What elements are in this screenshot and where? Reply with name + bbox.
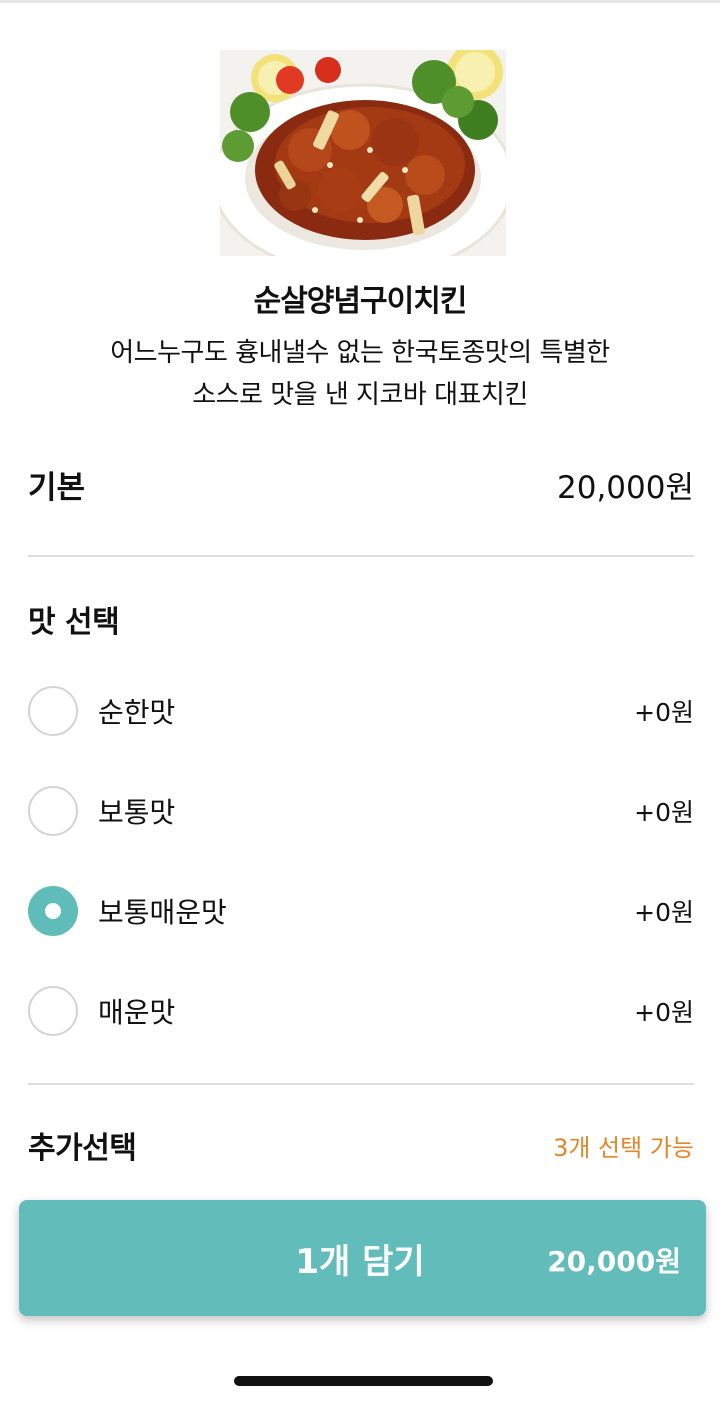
- section-divider: [28, 1083, 694, 1085]
- option-price: +0원: [634, 898, 694, 927]
- option-label: 매운맛: [98, 996, 176, 1029]
- product-title: 순살양념구이치킨: [253, 284, 468, 319]
- flavor-option-mild[interactable]: 순한맛 +0원: [28, 683, 694, 739]
- base-label: 기본: [28, 469, 86, 506]
- option-label: 보통맛: [98, 796, 176, 829]
- extra-selection-limit: 3개 선택 가능: [553, 1133, 694, 1162]
- flavor-option-regular[interactable]: 보통맛 +0원: [28, 783, 694, 839]
- option-label: 순한맛: [98, 696, 176, 729]
- option-price: +0원: [634, 998, 694, 1027]
- product-description: 어느누구도 흉내낼수 없는 한국토종맛의 특별한 소스로 맛을 낸 지코바 대표…: [60, 332, 660, 416]
- option-label: 보통매운맛: [98, 896, 227, 929]
- flavor-section-title: 맛 선택: [28, 605, 120, 640]
- description-line-2: 소스로 맛을 낸 지코바 대표치킨: [192, 380, 528, 410]
- radio-button[interactable]: [28, 786, 78, 836]
- description-line-1: 어느누구도 흉내낼수 없는 한국토종맛의 특별한: [110, 338, 610, 368]
- radio-button[interactable]: [28, 686, 78, 736]
- add-to-cart-button[interactable]: 1개 담기 20,000원: [19, 1200, 706, 1316]
- flavor-option-spicy[interactable]: 매운맛 +0원: [28, 983, 694, 1039]
- base-price: 20,000원: [557, 469, 694, 506]
- radio-button[interactable]: [28, 986, 78, 1036]
- top-divider: [0, 0, 720, 3]
- radio-button-selected[interactable]: [28, 886, 78, 936]
- extra-section-title: 추가선택: [28, 1131, 137, 1166]
- flavor-option-regular-spicy[interactable]: 보통매운맛 +0원: [28, 883, 694, 939]
- add-to-cart-price: 20,000원: [547, 1245, 681, 1278]
- product-image: [220, 50, 506, 256]
- base-price-row: 기본 20,000원: [28, 462, 694, 506]
- option-price: +0원: [634, 798, 694, 827]
- option-price: +0원: [634, 698, 694, 727]
- extra-section-header: 추가선택 3개 선택 가능: [28, 1122, 694, 1168]
- section-divider: [28, 555, 694, 557]
- home-indicator[interactable]: [234, 1376, 493, 1386]
